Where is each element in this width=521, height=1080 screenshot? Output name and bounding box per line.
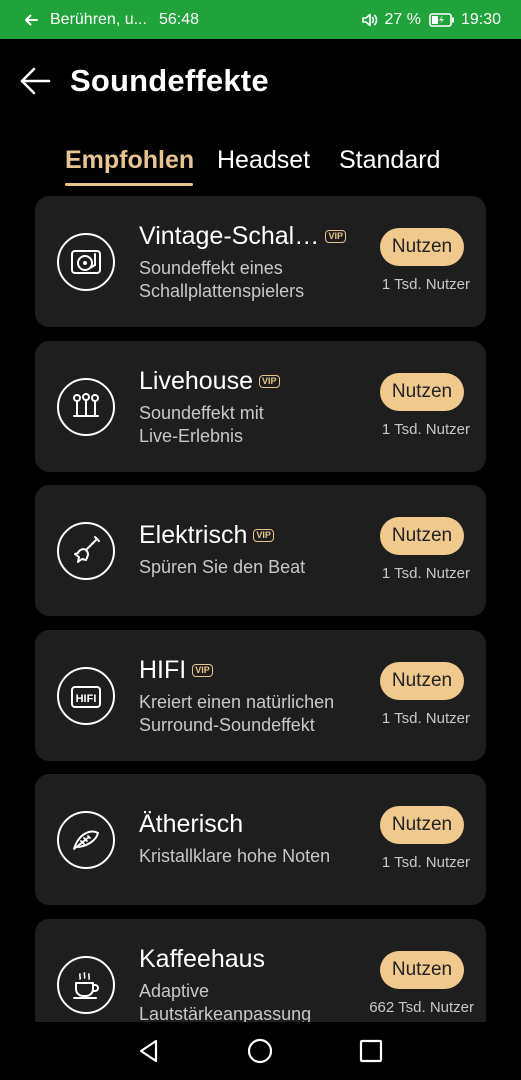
card-text: Elektrisch VIP Spüren Sie den Beat — [139, 521, 346, 579]
card-desc-line2: Live-Erlebnis — [139, 426, 244, 446]
volume-icon — [362, 13, 378, 26]
status-bar-right: 27 % 19:30 — [361, 11, 521, 29]
card-desc-line2: Lautstärkeanpassung — [139, 1004, 312, 1022]
card-description: Soundeffekt eines Schallplattenspielers — [139, 257, 346, 303]
use-button[interactable]: Nutzen — [380, 806, 464, 844]
list-item[interactable]: Vintage-Schall... VIP Soundeffekt eines … — [35, 196, 486, 327]
card-title: Livehouse — [139, 367, 253, 395]
card-desc-line1: Adaptive — [139, 981, 210, 1001]
card-title: Ätherisch — [139, 810, 244, 838]
timer-text: 56:48 — [158, 10, 199, 28]
card-desc-line1: Kreiert einen natürlichen — [139, 692, 335, 712]
card-description: Kristallklare hohe Noten — [139, 845, 346, 868]
tab-empfohlen[interactable]: Empfohlen — [65, 146, 194, 175]
hifi-icon: HIFI — [57, 666, 115, 725]
svg-text:HIFI: HIFI — [76, 693, 97, 705]
list-item[interactable]: Kaffeehaus Adaptive Lautstärkeanpassung … — [35, 919, 486, 1022]
effects-list[interactable]: Vintage-Schall... VIP Soundeffekt eines … — [0, 196, 521, 1022]
clock: 19:30 — [460, 10, 501, 28]
tab-headset[interactable]: Headset — [217, 146, 310, 175]
status-bar-left: Berühren, u... 56:48 — [0, 11, 199, 29]
battery-icon — [429, 12, 454, 27]
card-desc-line2: Surround-Soundeffekt — [139, 715, 315, 735]
card-desc-line1: Soundeffekt mit — [139, 403, 264, 423]
card-desc-line1: Kristallklare hohe Noten — [139, 846, 331, 866]
use-button[interactable]: Nutzen — [380, 951, 464, 989]
card-description: Kreiert einen natürlichen Surround-Sound… — [139, 691, 346, 737]
nav-home-icon[interactable] — [245, 1036, 275, 1066]
card-text: Livehouse VIP Soundeffekt mit Live-Erleb… — [139, 367, 346, 448]
tab-bar: Empfohlen Headset Standard — [0, 140, 521, 192]
card-desc-line1: Spüren Sie den Beat — [139, 557, 306, 577]
active-tab-indicator — [65, 183, 193, 186]
user-count: 1 Tsd. Nutzer — [381, 276, 470, 293]
tab-standard[interactable]: Standard — [339, 146, 440, 175]
battery-percent: 27 % — [384, 10, 421, 28]
user-count: 1 Tsd. Nutzer — [381, 565, 470, 582]
back-arrow-small-icon — [25, 14, 38, 25]
use-button[interactable]: Nutzen — [380, 228, 464, 266]
vip-badge: VIP — [253, 529, 274, 542]
card-text: Vintage-Schall... VIP Soundeffekt eines … — [139, 222, 346, 303]
electric-guitar-icon — [57, 521, 115, 580]
page-title: Soundeffekte — [70, 63, 269, 98]
notification-text: Berühren, u... — [50, 10, 147, 28]
card-title: Vintage-Schall... — [139, 222, 320, 250]
coffee-cup-icon — [57, 955, 115, 1014]
user-count: 1 Tsd. Nutzer — [381, 421, 470, 438]
user-count: 1 Tsd. Nutzer — [381, 854, 470, 871]
list-item[interactable]: Ätherisch Kristallklare hohe Noten Nutze… — [35, 774, 486, 905]
card-text: Kaffeehaus Adaptive Lautstärkeanpassung — [139, 945, 346, 1022]
card-description: Soundeffekt mit Live-Erlebnis — [139, 402, 346, 448]
system-navigation-bar — [0, 1022, 521, 1080]
list-item[interactable]: Elektrisch VIP Spüren Sie den Beat Nutze… — [35, 485, 486, 616]
vip-badge: VIP — [192, 664, 213, 677]
use-button[interactable]: Nutzen — [380, 517, 464, 555]
vip-badge: VIP — [325, 230, 346, 243]
card-title: Elektrisch — [139, 521, 248, 549]
nav-back-icon[interactable] — [134, 1036, 164, 1066]
card-title: HIFI — [139, 656, 187, 684]
vip-badge: VIP — [258, 375, 280, 388]
list-item[interactable]: Livehouse VIP Soundeffekt mit Live-Erleb… — [35, 341, 486, 472]
nav-recents-icon[interactable] — [356, 1036, 386, 1066]
user-count: 1 Tsd. Nutzer — [381, 710, 470, 727]
turntable-icon — [57, 232, 115, 291]
card-text: Ätherisch Kristallklare hohe Noten — [139, 810, 346, 868]
card-desc-line2: Schallplattenspielers — [139, 281, 305, 301]
feather-icon — [57, 810, 115, 869]
user-count: 662 Tsd. Nutzer — [369, 999, 474, 1016]
back-button[interactable] — [15, 61, 55, 101]
use-button[interactable]: Nutzen — [380, 662, 464, 700]
card-text: HIFI VIP Kreiert einen natürlichen Surro… — [139, 656, 346, 737]
header: Soundeffekte — [0, 48, 521, 114]
card-desc-line1: Soundeffekt eines — [139, 258, 283, 278]
list-item[interactable]: HIFI HIFI VIP Kreiert einen natürlichen … — [35, 630, 486, 761]
card-description: Adaptive Lautstärkeanpassung — [139, 980, 346, 1022]
card-description: Spüren Sie den Beat — [139, 556, 346, 579]
status-bar: Berühren, u... 56:48 27 % 19:30 — [0, 0, 521, 39]
microphones-icon — [57, 377, 115, 436]
back-arrow-icon — [20, 67, 51, 95]
card-title: Kaffeehaus — [139, 945, 266, 973]
use-button[interactable]: Nutzen — [380, 373, 464, 411]
